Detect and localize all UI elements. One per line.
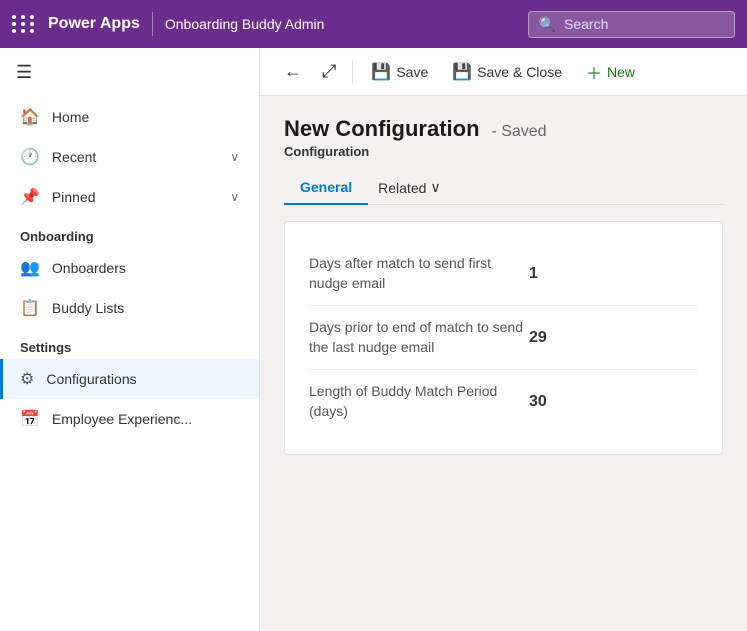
home-icon: 🏠: [20, 107, 40, 127]
hamburger-menu[interactable]: ☰: [0, 48, 259, 97]
app-name-label: Onboarding Buddy Admin: [165, 16, 325, 32]
form-row-match-period: Length of Buddy Match Period (days) 30: [309, 370, 698, 433]
sidebar-item-pinned[interactable]: 📌 Pinned ∨: [0, 177, 259, 217]
search-box[interactable]: 🔍: [528, 11, 735, 38]
expand-button[interactable]: ⤢: [314, 55, 344, 88]
sidebar-item-home-label: Home: [52, 109, 239, 125]
toolbar: ← ⤢ 💾 Save 💾 Save & Close ＋ New: [260, 48, 747, 96]
form-card: Days after match to send first nudge ema…: [284, 221, 723, 455]
nudge-days-value: 1: [529, 265, 589, 283]
settings-section-header: Settings: [0, 328, 259, 359]
match-period-label: Length of Buddy Match Period (days): [309, 382, 529, 421]
sidebar-item-onboarders-label: Onboarders: [52, 260, 239, 276]
sidebar: ☰ 🏠 Home 🕐 Recent ∨ 📌 Pinned ∨ Onboardin…: [0, 48, 260, 631]
related-chevron-icon: ∨: [430, 179, 440, 196]
back-button[interactable]: ←: [276, 55, 310, 88]
page-title: New Configuration: [284, 116, 480, 141]
sidebar-item-onboarders[interactable]: 👥 Onboarders: [0, 248, 259, 288]
new-button[interactable]: ＋ New: [576, 54, 645, 90]
save-close-icon: 💾: [452, 62, 472, 82]
page-content: New Configuration - Saved Configuration …: [260, 96, 747, 631]
save-icon: 💾: [371, 62, 391, 82]
waffle-icon[interactable]: [12, 15, 36, 33]
recent-chevron-icon: ∨: [230, 150, 239, 164]
sidebar-item-buddy-lists[interactable]: 📋 Buddy Lists: [0, 288, 259, 328]
sidebar-item-recent[interactable]: 🕐 Recent ∨: [0, 137, 259, 177]
buddy-lists-icon: 📋: [20, 298, 40, 318]
new-icon: ＋: [586, 60, 602, 84]
save-label: Save: [396, 64, 428, 80]
sidebar-item-buddy-lists-label: Buddy Lists: [52, 300, 239, 316]
pinned-icon: 📌: [20, 187, 40, 207]
sidebar-item-configurations[interactable]: ⚙ Configurations: [0, 359, 259, 399]
main-content: ← ⤢ 💾 Save 💾 Save & Close ＋ New New Conf…: [260, 48, 747, 631]
pinned-chevron-icon: ∨: [230, 190, 239, 204]
nudge-days-label: Days after match to send first nudge ema…: [309, 254, 529, 293]
toolbar-divider-1: [352, 60, 353, 84]
search-input[interactable]: [564, 16, 724, 32]
save-close-label: Save & Close: [477, 64, 562, 80]
page-title-area: New Configuration - Saved Configuration: [284, 116, 723, 159]
top-nav: Power Apps Onboarding Buddy Admin 🔍: [0, 0, 747, 48]
page-subtitle: Configuration: [284, 144, 723, 159]
sidebar-item-pinned-label: Pinned: [52, 189, 218, 205]
employee-experience-icon: 📅: [20, 409, 40, 429]
form-row-nudge-days: Days after match to send first nudge ema…: [309, 242, 698, 306]
sidebar-item-recent-label: Recent: [52, 149, 218, 165]
sidebar-item-home[interactable]: 🏠 Home: [0, 97, 259, 137]
brand-label: Power Apps: [48, 15, 140, 33]
save-button[interactable]: 💾 Save: [361, 56, 438, 88]
configurations-icon: ⚙: [20, 369, 34, 389]
sidebar-item-employee-experience-label: Employee Experienc...: [52, 411, 239, 427]
save-close-button[interactable]: 💾 Save & Close: [442, 56, 572, 88]
sidebar-item-configurations-label: Configurations: [46, 371, 239, 387]
form-row-last-nudge-days: Days prior to end of match to send the l…: [309, 306, 698, 370]
match-period-value: 30: [529, 393, 589, 411]
page-status: - Saved: [491, 123, 546, 140]
tab-general[interactable]: General: [284, 171, 368, 205]
tab-related[interactable]: Related ∨: [368, 171, 451, 204]
onboarders-icon: 👥: [20, 258, 40, 278]
recent-icon: 🕐: [20, 147, 40, 167]
nav-divider: [152, 12, 153, 36]
new-label: New: [607, 64, 635, 80]
sidebar-item-employee-experience[interactable]: 📅 Employee Experienc...: [0, 399, 259, 439]
last-nudge-days-label: Days prior to end of match to send the l…: [309, 318, 529, 357]
search-icon: 🔍: [539, 16, 556, 33]
onboarding-section-header: Onboarding: [0, 217, 259, 248]
last-nudge-days-value: 29: [529, 329, 589, 347]
main-layout: ☰ 🏠 Home 🕐 Recent ∨ 📌 Pinned ∨ Onboardin…: [0, 48, 747, 631]
tab-bar: General Related ∨: [284, 171, 723, 205]
